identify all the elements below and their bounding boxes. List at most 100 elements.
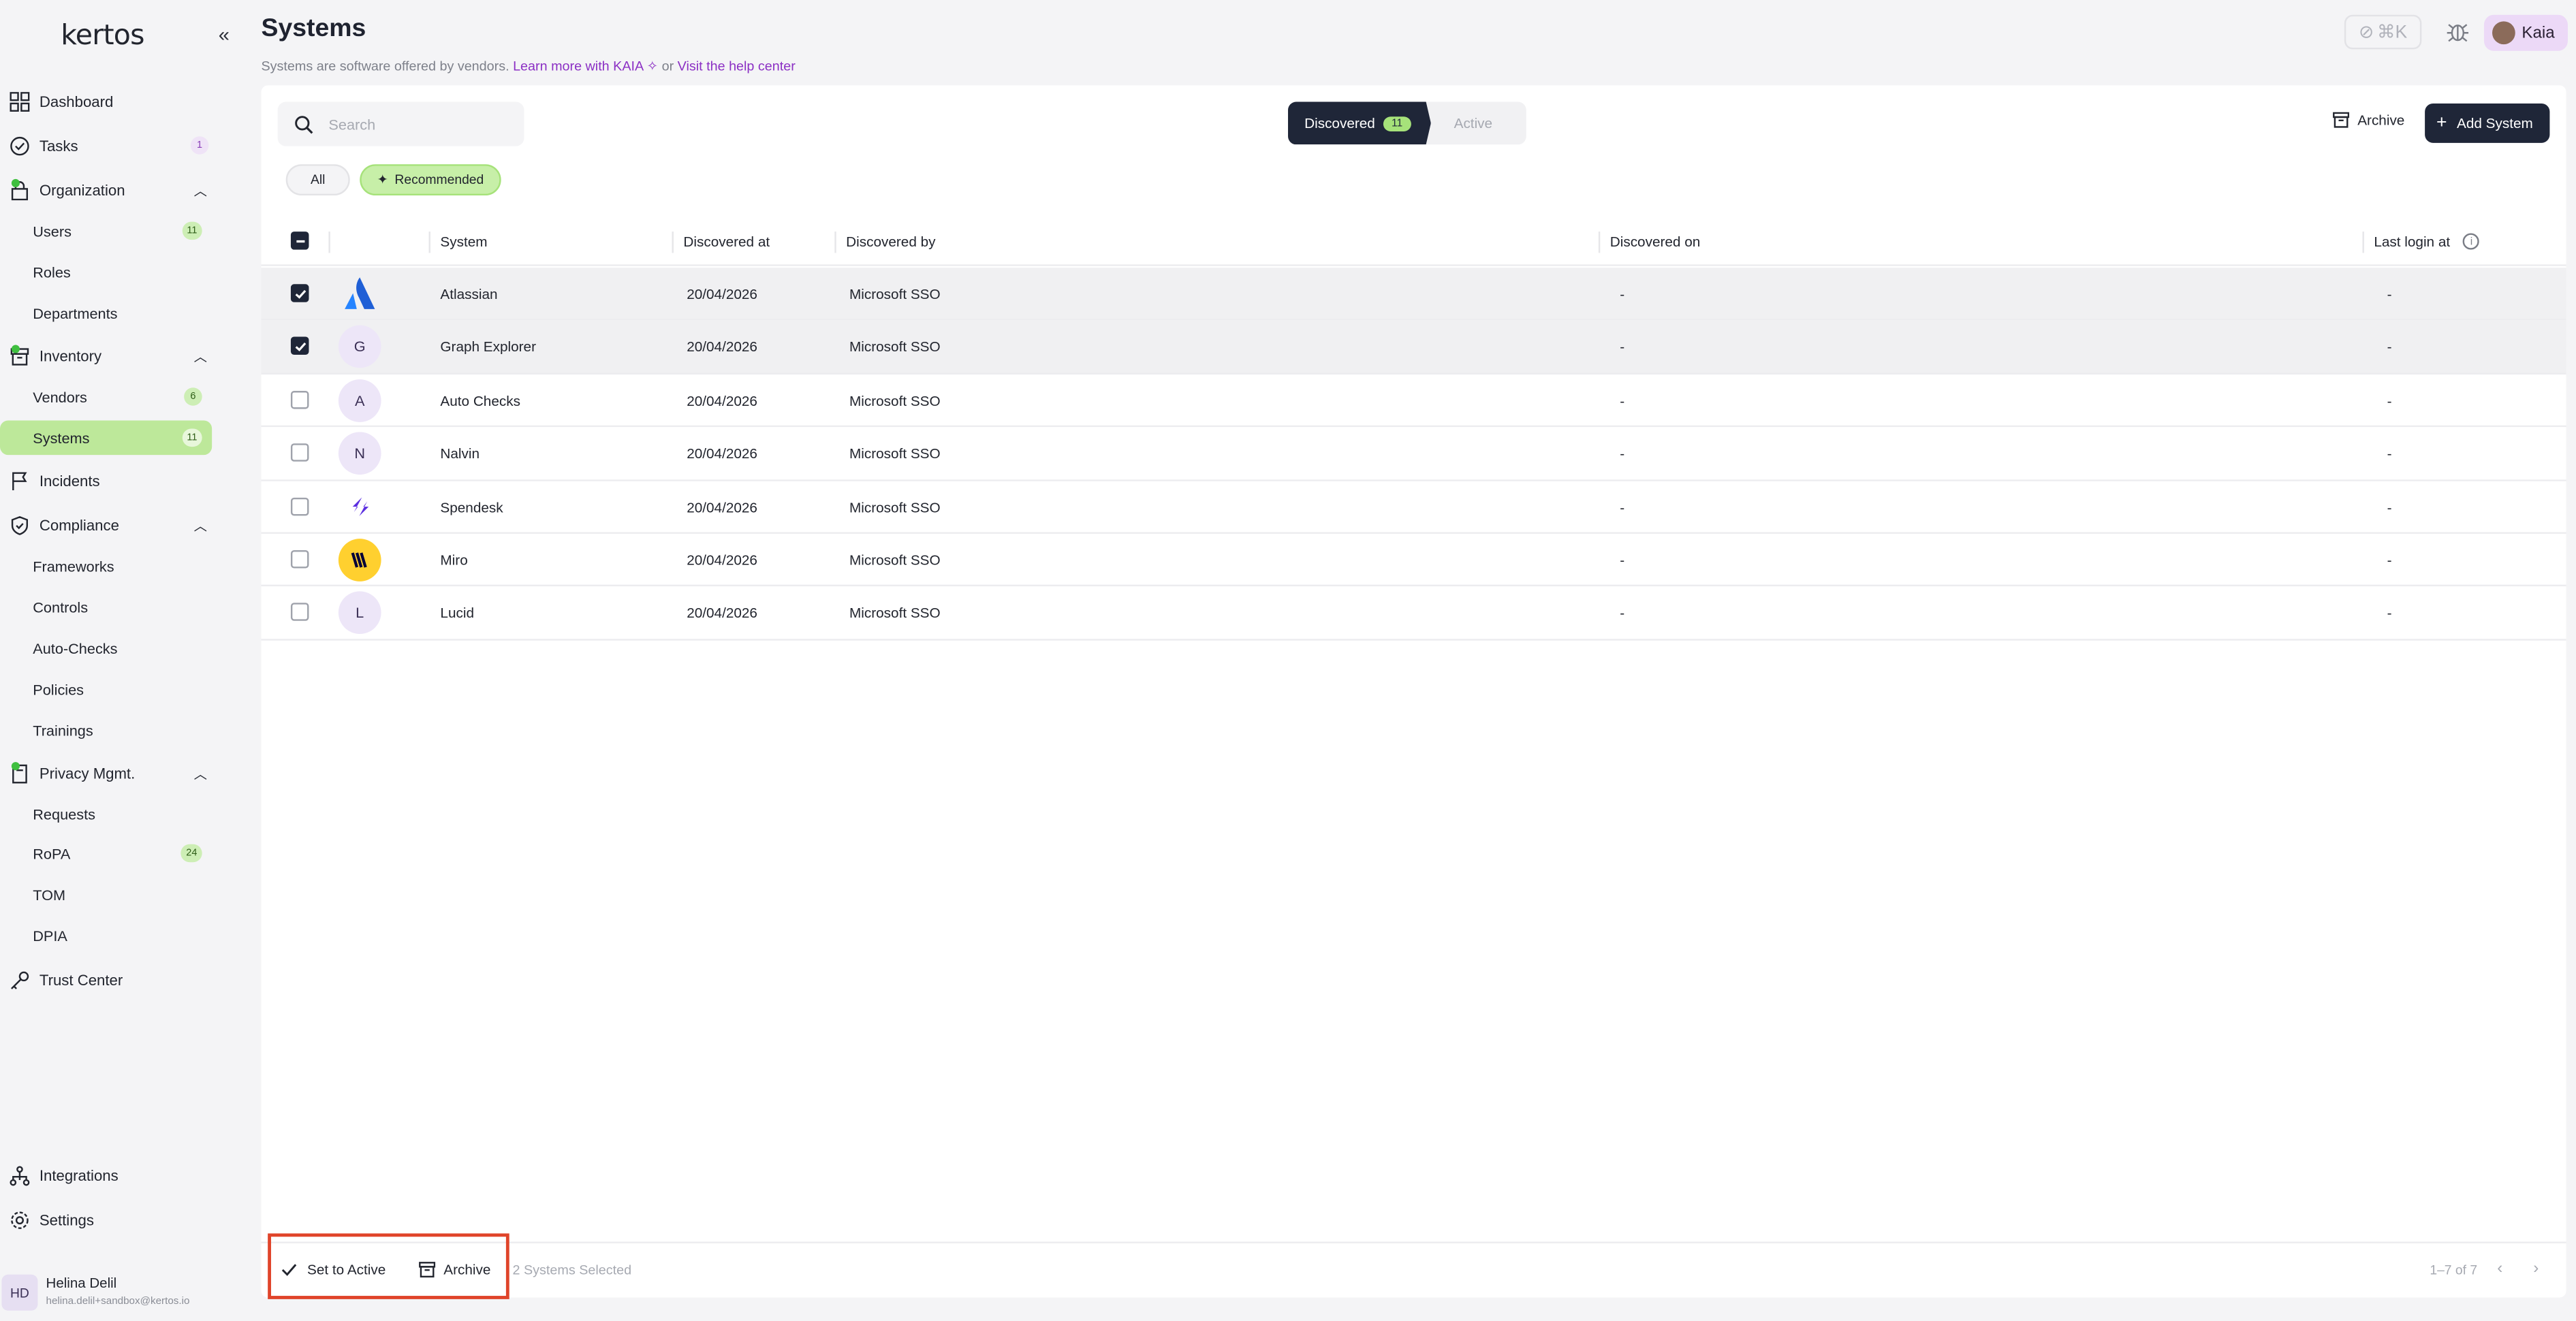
col-last-login[interactable]: Last login at i [2374,217,2480,266]
check-icon [294,342,306,351]
kaia-link[interactable]: Learn more with KAIA [513,59,643,74]
sidebar: kertos « Dashboard Tasks 1 Organization … [0,0,230,1321]
kaia-button[interactable]: Kaia [2483,14,2568,51]
sidebar-item-autochecks[interactable]: Auto-Checks [0,631,212,665]
row-checkbox[interactable] [290,443,309,462]
sidebar-item-policies[interactable]: Policies [0,672,212,707]
nav-privacy[interactable]: Privacy Mgmt. ︿ [7,756,214,792]
sidebar-item-roles[interactable]: Roles [0,255,212,289]
table-row[interactable]: L Lucid 20/04/2026 Microsoft SSO - - [261,587,2566,641]
nav-compliance[interactable]: Compliance ︿ [7,507,214,543]
sidebar-item-systems[interactable]: Systems 11 [0,420,213,456]
page-subtitle: Systems are software offered by vendors.… [262,57,796,74]
set-to-active-button[interactable]: Set to Active [281,1261,386,1278]
last-login: - [2387,498,2392,515]
sidebar-item-frameworks[interactable]: Frameworks [0,549,212,584]
sidebar-item-users[interactable]: Users 11 [0,214,212,249]
nav-organization[interactable]: Organization ︿ [7,172,214,208]
command-palette-button[interactable]: ⊘ ⌘K [2344,14,2422,50]
user-profile[interactable]: HD Helina Delil helina.delil+sandbox@ker… [0,1271,230,1318]
sidebar-item-requests[interactable]: Requests [0,797,212,831]
nav-tasks-label: Tasks [39,138,78,155]
discovered-by: Microsoft SSO [849,605,941,622]
sidebar-item-departments[interactable]: Departments [0,296,212,330]
row-checkbox[interactable] [290,390,309,409]
sidebar-item-vendors[interactable]: Vendors 6 [0,379,212,414]
nav-inventory[interactable]: Inventory ︿ [7,338,214,375]
status-dot [11,762,20,771]
tab-discovered[interactable]: Discovered 11 [1288,101,1431,145]
nav-dashboard-label: Dashboard [39,93,114,110]
chevron-up-icon[interactable]: ︿ [194,518,207,536]
discovered-at: 20/04/2026 [687,285,757,302]
sidebar-item-trainings[interactable]: Trainings [0,713,212,748]
nav-dashboard[interactable]: Dashboard [7,84,214,120]
kaia-avatar [2492,21,2515,45]
discovered-on: - [1620,285,1625,302]
collapse-sidebar-icon[interactable]: « [219,23,230,46]
system-initial-avatar: G [338,325,381,369]
chevron-left-icon[interactable]: ‹ [2497,1260,2502,1278]
filter-recommended[interactable]: ✦ Recommended [360,164,501,196]
add-system-button[interactable]: + Add System [2425,103,2550,143]
table-row[interactable]: Atlassian 20/04/2026 Microsoft SSO - - [261,268,2566,321]
sidebar-item-ropa[interactable]: RoPA 24 [0,836,212,871]
sidebar-item-dpia[interactable]: DPIA [0,918,212,953]
last-login: - [2387,552,2392,569]
archive-selected-button[interactable]: Archive [419,1261,491,1278]
table-row[interactable]: Spendesk 20/04/2026 Microsoft SSO - - [261,481,2566,534]
sidebar-item-tom[interactable]: TOM [0,877,212,912]
col-discovered-at[interactable]: Discovered at [683,217,770,266]
select-all-checkbox[interactable] [290,232,309,250]
last-login: - [2387,445,2392,462]
chevron-up-icon[interactable]: ︿ [194,765,207,784]
nav-incidents[interactable]: Incidents [7,463,214,499]
sidebar-item-controls[interactable]: Controls [0,590,212,624]
table-row[interactable]: G Graph Explorer 20/04/2026 Microsoft SSO - - [261,321,2566,375]
search-input[interactable] [328,116,509,133]
row-checkbox[interactable] [290,496,309,515]
check-icon [294,289,306,298]
search-box[interactable] [277,101,524,146]
system-name: Spendesk [440,498,503,515]
col-discovered-on[interactable]: Discovered on [1610,217,1701,266]
row-checkbox[interactable] [290,550,309,569]
nav-settings[interactable]: Settings [7,1203,214,1239]
nav-tasks[interactable]: Tasks 1 [7,128,214,164]
sidebar-item-label: DPIA [33,927,67,944]
table-row[interactable]: A Auto Checks 20/04/2026 Microsoft SSO - - [261,374,2566,428]
kertos-logo: kertos [61,19,144,53]
spendesk-logo-icon [339,486,381,528]
system-name: Auto Checks [440,392,520,409]
set-active-label: Set to Active [307,1261,386,1278]
bug-icon[interactable] [2445,18,2471,45]
table-row[interactable]: N Nalvin 20/04/2026 Microsoft SSO - - [261,428,2566,481]
discovered-by: Microsoft SSO [849,498,941,515]
filter-all[interactable]: All [285,164,350,196]
sidebar-item-label: Vendors [33,388,87,405]
tab-active[interactable]: Active [1454,102,1492,145]
info-icon[interactable]: i [2463,233,2480,250]
ropa-badge: 24 [181,844,202,863]
nav-integrations[interactable]: Integrations [7,1158,214,1194]
row-checkbox[interactable] [290,337,309,355]
col-discovered-by[interactable]: Discovered by [846,217,935,266]
key-icon [8,970,29,991]
flag-icon [8,471,29,492]
chevron-up-icon[interactable]: ︿ [194,348,207,366]
pagination-range: 1–7 of 7 [2430,1262,2478,1278]
help-center-link[interactable]: Visit the help center [678,59,796,74]
add-system-label: Add System [2456,114,2533,131]
sidebar-item-label: TOM [33,886,66,903]
discovered-on: - [1620,338,1625,355]
archive-view-button[interactable]: Archive [2333,112,2404,128]
table-row[interactable]: Miro 20/04/2026 Microsoft SSO - - [261,534,2566,588]
row-checkbox[interactable] [290,284,309,302]
row-checkbox[interactable] [290,603,309,622]
minus-icon [296,239,304,242]
nav-trust-center[interactable]: Trust Center [7,962,214,998]
chevron-up-icon[interactable]: ︿ [194,182,207,201]
archive-selected-label: Archive [443,1261,491,1278]
col-system[interactable]: System [440,217,487,266]
chevron-right-icon[interactable]: › [2533,1260,2539,1278]
